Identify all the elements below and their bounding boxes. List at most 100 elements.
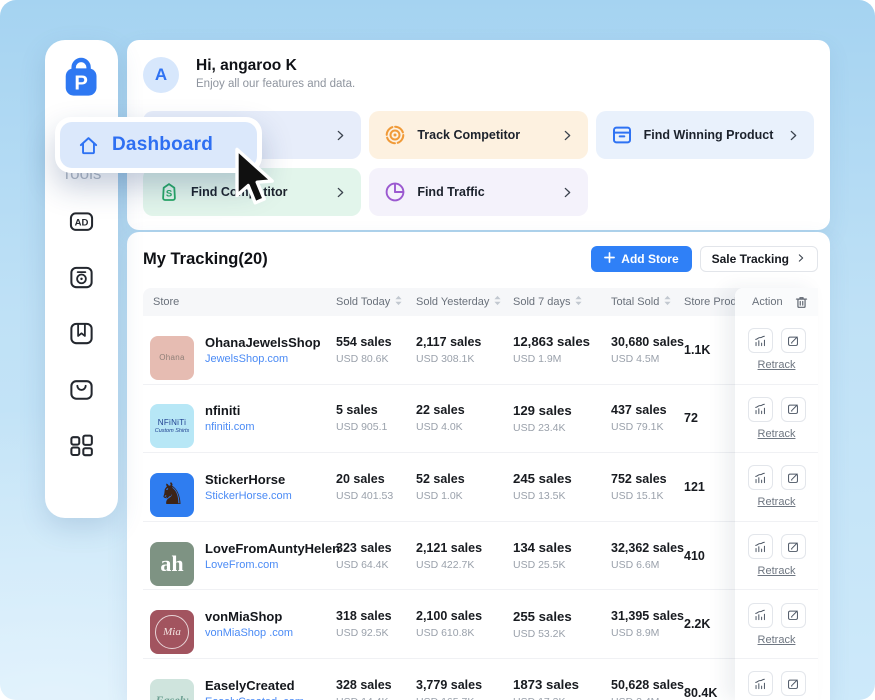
column-header-store: Store xyxy=(143,296,336,308)
dashboard-menu-item[interactable]: Dashboard xyxy=(60,122,257,168)
feature-card-find-traffic[interactable]: Find Traffic xyxy=(369,168,587,216)
store-cell: ahLoveFromAuntyHelenLoveFrom.com xyxy=(143,526,336,586)
value-cell: 134 salesUSD 25.5K xyxy=(513,540,611,571)
store-cell: NFiNiTiCustom Shirtsnfinitinfiniti.com xyxy=(143,388,336,448)
retrack-link[interactable]: Retrack xyxy=(758,496,796,508)
store-name: OhanaJewelsShop xyxy=(205,335,321,350)
action-cell: Retrack xyxy=(735,316,818,385)
chart-icon[interactable] xyxy=(748,671,773,696)
column-header-sold-7-days[interactable]: Sold 7 days xyxy=(513,295,611,309)
store-logo: Mia xyxy=(150,610,194,654)
feature-card-label: Find Winning Product xyxy=(644,128,787,142)
greeting-subtitle: Enjoy all our features and data. xyxy=(196,78,355,90)
value-cell: 2,121 salesUSD 422.7K xyxy=(416,541,513,571)
action-cell: Retrack xyxy=(735,385,818,454)
dashboard-popup: Dashboard xyxy=(55,117,262,173)
store-logo: Ohana xyxy=(150,336,194,380)
store-logo: Easely xyxy=(150,679,194,700)
tracking-table: StoreSold TodaySold YesterdaySold 7 days… xyxy=(143,288,818,700)
table-row: MiavonMiaShopvonMiaShop .com318 salesUSD… xyxy=(143,590,818,659)
chevron-right-icon xyxy=(334,129,347,142)
column-header-sold-yesterday[interactable]: Sold Yesterday xyxy=(416,295,513,309)
action-cell: Retrack xyxy=(735,522,818,591)
plus-icon xyxy=(604,252,615,266)
value-cell: 22 salesUSD 4.0K xyxy=(416,403,513,433)
my-tracking-panel: My Tracking(20) Add Store Sale Tracking … xyxy=(127,232,830,700)
chart-icon[interactable] xyxy=(748,534,773,559)
app-background: P Tools AD A Hi, angaroo K Enjoy all our… xyxy=(0,0,875,700)
sidebar-shop-bag-icon[interactable] xyxy=(68,376,95,403)
action-column-label: Action xyxy=(752,296,783,308)
store-domain-link[interactable]: StickerHorse.com xyxy=(205,490,292,502)
chart-icon[interactable] xyxy=(748,465,773,490)
column-header-total-sold[interactable]: Total Sold xyxy=(611,295,684,309)
sidebar-bookmark-icon[interactable] xyxy=(68,320,95,347)
chevron-right-icon xyxy=(561,129,574,142)
action-cell: Retrack xyxy=(735,590,818,659)
value-cell: 30,680 salesUSD 4.5M xyxy=(611,335,684,365)
edit-icon[interactable] xyxy=(781,671,806,696)
store-cell: Easely EaselyCreated EaselyCreated .com xyxy=(143,663,336,700)
edit-icon[interactable] xyxy=(781,465,806,490)
trash-icon[interactable] xyxy=(794,295,809,310)
feature-card-find-winning-product[interactable]: Find Winning Product xyxy=(596,111,814,159)
store-cell: Ohana OhanaJewelsShop JewelsShop.com xyxy=(143,320,336,380)
value-cell: 31,395 salesUSD 8.9M xyxy=(611,609,684,639)
action-column-panel: Action Retrack Retrack Retrack Retrack Retra… xyxy=(735,288,818,700)
value-cell: 255 salesUSD 53.2K xyxy=(513,609,611,640)
value-cell: 2,117 salesUSD 308.1K xyxy=(416,335,513,365)
action-cell: Retrack xyxy=(735,453,818,522)
sort-icon[interactable] xyxy=(574,295,583,309)
chart-icon[interactable] xyxy=(748,328,773,353)
sort-icon[interactable] xyxy=(663,295,672,309)
edit-icon[interactable] xyxy=(781,603,806,628)
sort-icon[interactable] xyxy=(394,295,403,309)
avatar[interactable]: A xyxy=(143,57,179,93)
table-row: ahLoveFromAuntyHelenLoveFrom.com323 sale… xyxy=(143,522,818,591)
table-row: EaselyEaselyCreatedEaselyCreated .com328… xyxy=(143,659,818,700)
value-cell: 1873 salesUSD 17.3K xyxy=(513,677,611,700)
sidebar-ads-icon[interactable]: AD xyxy=(68,208,95,235)
edit-icon[interactable] xyxy=(781,328,806,353)
retrack-link[interactable]: Retrack xyxy=(758,634,796,646)
retrack-link[interactable]: Retrack xyxy=(758,565,796,577)
sale-tracking-button[interactable]: Sale Tracking xyxy=(700,246,818,272)
store-name: EaselyCreated xyxy=(205,678,304,693)
svg-text:AD: AD xyxy=(75,217,89,228)
store-domain-link[interactable]: vonMiaShop .com xyxy=(205,627,293,639)
store-domain-link[interactable]: EaselyCreated .com xyxy=(205,696,304,700)
chart-icon[interactable] xyxy=(748,603,773,628)
store-name: LoveFromAuntyHelen xyxy=(205,541,340,556)
retrack-link[interactable]: Retrack xyxy=(758,428,796,440)
store-logo: ♞ xyxy=(150,473,194,517)
chart-icon[interactable] xyxy=(748,397,773,422)
store-logo: ah xyxy=(150,542,194,586)
svg-text:S: S xyxy=(166,189,172,200)
store-domain-link[interactable]: JewelsShop.com xyxy=(205,353,321,365)
table-body: OhanaOhanaJewelsShopJewelsShop.com554 sa… xyxy=(143,316,818,700)
feature-card-find-competitor[interactable]: SFind Competitor xyxy=(143,168,361,216)
add-store-button[interactable]: Add Store xyxy=(591,246,691,272)
chevron-right-icon xyxy=(334,186,347,199)
value-cell: 2,100 salesUSD 610.8K xyxy=(416,609,513,639)
store-domain-link[interactable]: nfiniti.com xyxy=(205,421,255,433)
value-cell: 50,628 salesUSD 2.4M xyxy=(611,678,684,700)
store-domain-link[interactable]: LoveFrom.com xyxy=(205,559,340,571)
value-cell: 20 salesUSD 401.53 xyxy=(336,472,416,502)
pie-icon xyxy=(383,180,407,204)
feature-card-track-competitor[interactable]: Track Competitor xyxy=(369,111,587,159)
table-row: OhanaOhanaJewelsShopJewelsShop.com554 sa… xyxy=(143,316,818,385)
ppspy-logo-icon[interactable]: P xyxy=(60,56,104,100)
edit-icon[interactable] xyxy=(781,397,806,422)
sort-icon[interactable] xyxy=(493,295,502,309)
sidebar-track-box-icon[interactable] xyxy=(68,264,95,291)
my-tracking-title: My Tracking(20) xyxy=(143,250,591,269)
chevron-right-icon xyxy=(561,186,574,199)
retrack-link[interactable]: Retrack xyxy=(758,359,796,371)
greeting-title: Hi, angaroo K xyxy=(196,57,355,75)
column-header-sold-today[interactable]: Sold Today xyxy=(336,295,416,309)
store-cell: MiavonMiaShopvonMiaShop .com xyxy=(143,594,336,654)
value-cell: 5 salesUSD 905.1 xyxy=(336,403,416,433)
edit-icon[interactable] xyxy=(781,534,806,559)
sidebar-layout-grid-icon[interactable] xyxy=(68,432,95,459)
